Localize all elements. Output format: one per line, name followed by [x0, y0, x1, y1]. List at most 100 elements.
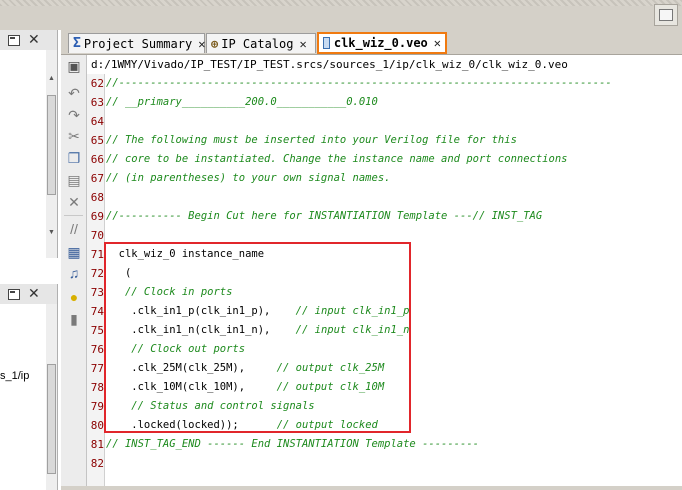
paste-icon[interactable]: ▤: [66, 172, 82, 188]
left-upper-scrollbar[interactable]: ▲ ▼: [46, 50, 57, 258]
code-text: //--------------------------------------…: [106, 74, 612, 93]
tab-ip-catalog[interactable]: ⊕ IP Catalog ✕: [206, 33, 316, 53]
code-line[interactable]: 64: [88, 112, 682, 131]
delete-icon[interactable]: ✕: [66, 194, 82, 210]
scroll-thumb[interactable]: [47, 95, 56, 195]
code-statement: .clk_in1_p(clk_in1_p),: [106, 305, 271, 317]
code-statement: clk_wiz_0 instance_name: [106, 248, 265, 260]
close-icon[interactable]: ✕: [299, 37, 306, 51]
code-comment: // (in parentheses) to your own signal n…: [106, 172, 391, 184]
code-line[interactable]: 63// __primary__________200.0___________…: [88, 93, 682, 112]
save-icon[interactable]: ▣: [66, 58, 82, 74]
tab-label: IP Catalog: [221, 36, 294, 51]
left-lower-scrollbar[interactable]: [46, 304, 57, 490]
code-line[interactable]: 67// (in parentheses) to your own signal…: [88, 169, 682, 188]
code-line[interactable]: 82: [88, 454, 682, 473]
restore-icon[interactable]: [8, 289, 20, 300]
code-text: // Status and control signals: [106, 397, 315, 416]
code-trailing-comment: // output clk_25M: [245, 362, 385, 374]
code-comment: // INST_TAG_END ------ End INSTANTIATION…: [106, 438, 479, 450]
tab-clk-wiz-0-veo[interactable]: clk_wiz_0.veo ✕: [317, 32, 447, 54]
code-line[interactable]: 66// core to be instantiated. Change the…: [88, 150, 682, 169]
lightbulb-icon[interactable]: ●: [66, 289, 82, 305]
language-templates-icon[interactable]: ♫: [66, 265, 82, 281]
ip-catalog-icon: ⊕: [211, 36, 219, 51]
tab-project-summary[interactable]: Σ Project Summary ✕: [68, 33, 205, 53]
comment-toggle-icon[interactable]: //: [66, 221, 82, 237]
code-line[interactable]: 62//------------------------------------…: [88, 74, 682, 93]
code-text: // core to be instantiated. Change the i…: [106, 150, 567, 169]
code-trailing-comment: // output locked: [238, 419, 378, 431]
code-comment: // Status and control signals: [106, 400, 315, 412]
line-number: 82: [90, 457, 104, 470]
redo-icon[interactable]: ↷: [66, 107, 82, 123]
title-stripe: [0, 0, 682, 6]
line-number: 69: [90, 210, 104, 223]
code-trailing-comment: // output clk_10M: [245, 381, 385, 393]
code-line[interactable]: 74 .clk_in1_p(clk_in1_p), // input clk_i…: [88, 302, 682, 321]
code-line[interactable]: 70: [88, 226, 682, 245]
code-statement: .locked(locked));: [106, 419, 239, 431]
close-icon[interactable]: ✕: [28, 31, 40, 48]
code-line[interactable]: 65// The following must be inserted into…: [88, 131, 682, 150]
undo-icon[interactable]: ↶: [66, 85, 82, 101]
code-comment: // Clock out ports: [106, 343, 246, 355]
line-number: 72: [90, 267, 104, 280]
code-text: // INST_TAG_END ------ End INSTANTIATION…: [106, 435, 479, 454]
code-line[interactable]: 71 clk_wiz_0 instance_name: [88, 245, 682, 264]
scroll-up-arrow-icon[interactable]: ▲: [47, 74, 56, 83]
code-text: .clk_in1_n(clk_in1_n), // input clk_in1_…: [106, 321, 409, 340]
left-lower-pane: ✕: [0, 284, 58, 490]
code-line[interactable]: 76 // Clock out ports: [88, 340, 682, 359]
editor-toolbar: ▣ ↶ ↷ ✂ ❐ ▤ ✕ // ▦ ♫ ● ▮: [61, 55, 87, 490]
code-text: clk_wiz_0 instance_name: [106, 245, 264, 264]
left-tree-path-text[interactable]: s_1/ip: [0, 370, 29, 382]
code-line[interactable]: 81// INST_TAG_END ------ End INSTANTIATI…: [88, 435, 682, 454]
line-number: 65: [90, 134, 104, 147]
code-statement: .clk_in1_n(clk_in1_n),: [106, 324, 271, 336]
tab-label: clk_wiz_0.veo: [333, 36, 428, 50]
copy-icon[interactable]: ❐: [66, 150, 82, 166]
code-line[interactable]: 78 .clk_10M(clk_10M), // output clk_10M: [88, 378, 682, 397]
code-text: (: [106, 264, 131, 283]
line-number: 66: [90, 153, 104, 166]
close-icon[interactable]: ✕: [198, 37, 205, 51]
line-number: 75: [90, 324, 104, 337]
code-line[interactable]: 75 .clk_in1_n(clk_in1_n), // input clk_i…: [88, 321, 682, 340]
left-lower-pane-header: ✕: [0, 284, 57, 305]
verilog-file-icon: [323, 37, 330, 49]
line-number: 62: [90, 77, 104, 90]
code-line[interactable]: 77 .clk_25M(clk_25M), // output clk_25M: [88, 359, 682, 378]
code-editor[interactable]: 62//------------------------------------…: [88, 74, 682, 490]
code-text: .clk_10M(clk_10M), // output clk_10M: [106, 378, 384, 397]
code-line[interactable]: 72 (: [88, 264, 682, 283]
line-number: 71: [90, 248, 104, 261]
left-upper-pane: ✕ ▲ ▼: [0, 30, 58, 258]
scroll-thumb[interactable]: [47, 364, 56, 474]
scroll-down-arrow-icon[interactable]: ▼: [47, 228, 56, 237]
code-text: // The following must be inserted into y…: [106, 131, 517, 150]
line-number: 76: [90, 343, 104, 356]
code-text: .clk_in1_p(clk_in1_p), // input clk_in1_…: [106, 302, 409, 321]
line-number: 68: [90, 191, 104, 204]
document-icon[interactable]: ▮: [66, 311, 82, 327]
restore-window-button[interactable]: [654, 4, 678, 26]
code-comment: // __primary__________200.0___________0.…: [106, 96, 378, 108]
line-number: 79: [90, 400, 104, 413]
restore-icon[interactable]: [8, 35, 20, 46]
close-icon[interactable]: ✕: [28, 285, 40, 302]
close-icon[interactable]: ✕: [434, 36, 441, 50]
window-top-strip: [0, 0, 682, 30]
code-line[interactable]: 68: [88, 188, 682, 207]
code-line[interactable]: 73 // Clock in ports: [88, 283, 682, 302]
code-text: // Clock out ports: [106, 340, 245, 359]
insert-template-icon[interactable]: ▦: [66, 244, 82, 260]
editor-tab-bar: Σ Project Summary ✕ ⊕ IP Catalog ✕ clk_w…: [61, 30, 682, 55]
code-line[interactable]: 69//---------- Begin Cut here for INSTAN…: [88, 207, 682, 226]
code-line[interactable]: 79 // Status and control signals: [88, 397, 682, 416]
line-number: 70: [90, 229, 104, 242]
line-number: 67: [90, 172, 104, 185]
code-line[interactable]: 80 .locked(locked)); // output locked: [88, 416, 682, 435]
cut-icon[interactable]: ✂: [66, 128, 82, 144]
code-statement: .clk_25M(clk_25M),: [106, 362, 246, 374]
